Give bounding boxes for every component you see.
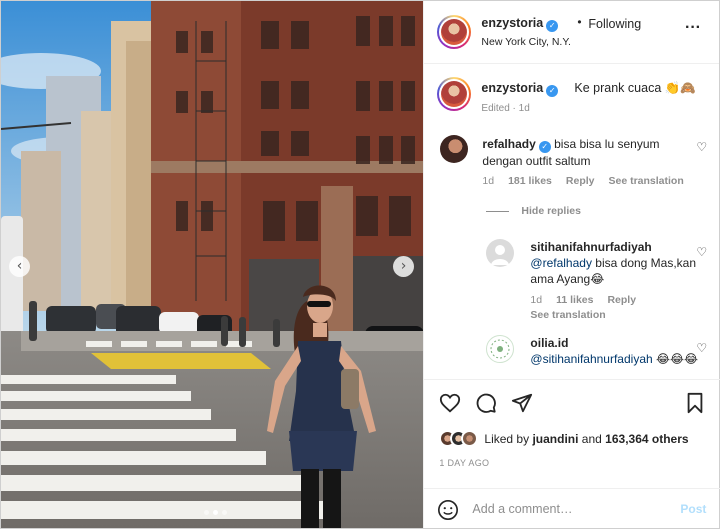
author-username[interactable]: enzystoria ✓ xyxy=(481,16,559,32)
liked-by-others[interactable]: 163,364 others xyxy=(605,432,688,446)
send-icon[interactable] xyxy=(511,392,533,414)
add-comment-bar: Post xyxy=(424,488,720,529)
commenter-username[interactable]: refalhady xyxy=(482,137,535,151)
carousel-dot-active xyxy=(213,510,218,515)
action-icons-row xyxy=(439,392,533,414)
post-comment-button[interactable]: Post xyxy=(680,502,706,516)
liked-by-row: Liked by juandini and 163,364 others xyxy=(439,430,689,447)
default-avatar-icon[interactable] xyxy=(486,239,515,267)
carousel-dot xyxy=(222,510,227,515)
caption-text: Ke prank cuaca 👏🙈 xyxy=(574,81,696,95)
liked-by-user[interactable]: juandini xyxy=(532,432,578,446)
carousel-indicator xyxy=(204,510,227,515)
reply-reply-button[interactable]: Reply xyxy=(607,294,636,306)
chevron-right-icon: › xyxy=(400,258,407,274)
comment-input[interactable] xyxy=(472,497,663,521)
reply-mention[interactable]: @sitihanifahnurfadiyah xyxy=(530,352,652,366)
emoji-icon[interactable] xyxy=(437,499,459,521)
reply-body: oilia.id @sitihanifahnurfadiyah 😂😂😂 xyxy=(530,335,700,367)
reply-likes-count[interactable]: 11 likes xyxy=(556,294,593,306)
reply-item: sitihanifahnurfadiyah @refalhady bisa do… xyxy=(424,233,720,323)
post-date: 1 DAY AGO xyxy=(439,458,490,468)
hide-replies-button[interactable]: Hide replies xyxy=(486,205,581,217)
post-caption: enzystoria ✓ Ke prank cuaca 👏🙈 Edited · 1… xyxy=(424,64,719,124)
reply-mention[interactable]: @refalhady xyxy=(530,256,592,270)
author-avatar[interactable] xyxy=(437,15,472,49)
post-photo: ‹ › xyxy=(1,1,424,528)
comment-likes-count[interactable]: 181 likes xyxy=(508,175,552,187)
reply-username[interactable]: oilia.id xyxy=(530,336,568,350)
chevron-left-icon: ‹ xyxy=(16,258,23,274)
comment-icon[interactable] xyxy=(475,392,497,414)
caption-meta: Edited · 1d xyxy=(481,103,530,114)
verified-badge-icon: ✓ xyxy=(538,141,551,153)
caption-username[interactable]: enzystoria ✓ xyxy=(481,81,559,97)
verified-badge-icon: ✓ xyxy=(546,85,559,97)
verified-badge-icon: ✓ xyxy=(546,20,559,32)
oilia-avatar[interactable] xyxy=(486,335,515,363)
comment-meta: 1d 181 likes Reply See translation xyxy=(482,175,683,187)
comment-see-translation[interactable]: See translation xyxy=(608,175,683,187)
reply-translate-row: See translation xyxy=(530,309,605,321)
hide-replies-line xyxy=(486,210,510,212)
reply-item: oilia.id @sitihanifahnurfadiyah 😂😂😂 ♡ xyxy=(424,331,720,377)
bookmark-icon[interactable] xyxy=(684,392,706,414)
liker-avatar[interactable] xyxy=(461,430,479,447)
post-side-panel: enzystoria ✓ • Following New York City, N… xyxy=(423,1,720,529)
reply-like-heart-icon[interactable]: ♡ xyxy=(696,341,707,355)
header-separator: • xyxy=(577,15,582,29)
reply-see-translation[interactable]: See translation xyxy=(530,309,605,321)
liked-by-and: and xyxy=(581,431,602,446)
street-photo-illustration xyxy=(1,1,424,528)
hide-replies-label[interactable]: Hide replies xyxy=(521,205,581,217)
instagram-post-modal: ‹ › enzystoria ✓ • Following New York Cit… xyxy=(0,0,720,529)
reply-like-heart-icon[interactable]: ♡ xyxy=(696,245,707,259)
location-link[interactable]: New York City, N.Y. xyxy=(481,36,570,48)
caption-username-text[interactable]: enzystoria xyxy=(481,81,543,95)
reply-body: sitihanifahnurfadiyah @refalhady bisa do… xyxy=(530,239,700,287)
commenter-avatar[interactable] xyxy=(440,135,469,163)
heart-icon[interactable] xyxy=(439,392,461,414)
author-username-text[interactable]: enzystoria xyxy=(481,16,543,30)
next-slide-button[interactable]: › xyxy=(393,256,414,277)
comment-age: 1d xyxy=(482,175,495,187)
reply-meta: 1d 11 likes Reply xyxy=(530,294,636,306)
comment-body: refalhady ✓ bisa bisa lu senyum dengan ou… xyxy=(482,136,692,169)
post-header: enzystoria ✓ • Following New York City, N… xyxy=(424,1,719,64)
more-horizontal-icon[interactable]: ··· xyxy=(685,19,701,37)
following-button[interactable]: Following xyxy=(588,17,641,31)
reply-username[interactable]: sitihanifahnurfadiyah xyxy=(530,240,651,254)
comment-item: refalhady ✓ bisa bisa lu senyum dengan ou… xyxy=(424,124,720,204)
comment-reply-button[interactable]: Reply xyxy=(566,175,595,187)
carousel-dot xyxy=(204,510,209,515)
reply-age: 1d xyxy=(530,294,543,306)
liked-by-prefix: Liked by xyxy=(484,431,530,446)
comment-like-heart-icon[interactable]: ♡ xyxy=(696,140,707,154)
post-actions: Liked by juandini and 163,364 others 1 D… xyxy=(424,379,720,529)
reply-text: 😂😂😂 xyxy=(656,352,699,366)
previous-slide-button[interactable]: ‹ xyxy=(9,256,30,277)
caption-avatar[interactable] xyxy=(437,77,472,111)
liked-by-text: Liked by juandini and 163,364 others xyxy=(484,432,688,446)
